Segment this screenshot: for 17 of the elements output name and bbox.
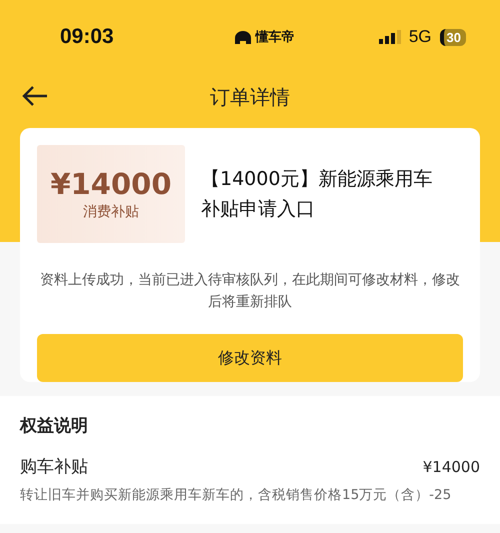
order-title: 【14000元】新能源乘用车补贴申请入口	[201, 167, 434, 222]
status-time: 09:03	[60, 25, 115, 49]
benefit-description: 转让旧车并购买新能源乘用车新车的，含税销售价格15万元（含）-25	[20, 486, 452, 504]
edit-info-button[interactable]: 修改资料	[37, 334, 463, 382]
benefit-amount: ¥14000	[422, 458, 480, 476]
back-arrow-icon[interactable]	[22, 85, 48, 107]
signal-icon	[378, 30, 401, 44]
battery-indicator: 30	[440, 28, 466, 46]
app-name: 懂车帝	[255, 28, 294, 46]
status-notice: 资料上传成功，当前已进入待审核队列，在此期间可修改材料，修改后将重新排队	[39, 271, 461, 312]
car-logo-icon	[234, 30, 252, 44]
network-label: 5G	[408, 27, 432, 47]
section-heading: 权益说明	[20, 415, 89, 437]
benefit-name: 购车补贴	[20, 456, 88, 478]
page-title: 订单详情	[210, 84, 290, 110]
coupon-label: 消费补贴	[83, 203, 139, 221]
coupon-amount: ¥14000	[50, 167, 172, 201]
